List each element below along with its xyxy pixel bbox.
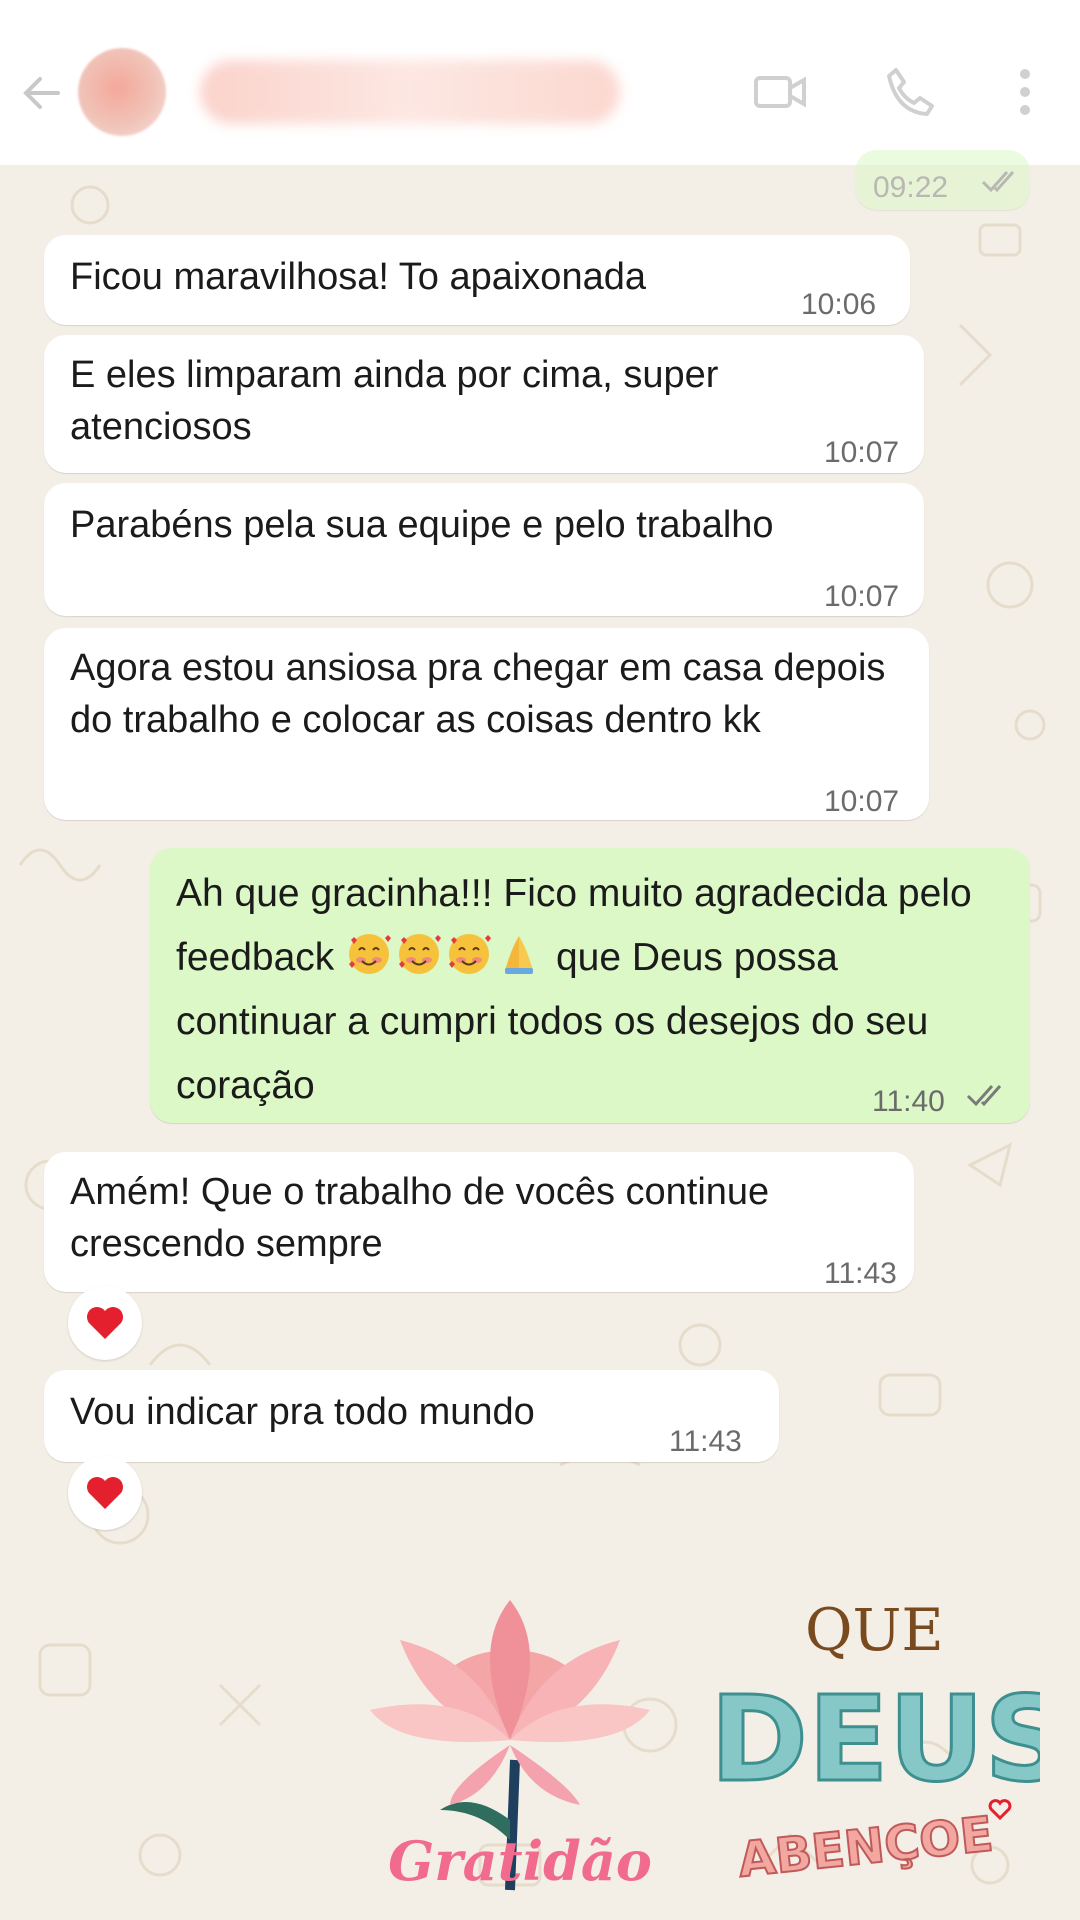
contact-name-redacted[interactable] (200, 60, 620, 124)
back-arrow-icon[interactable] (18, 68, 68, 118)
message-text: Vou indicar pra todo mundo (70, 1391, 535, 1433)
message-time: 10:07 (824, 580, 900, 613)
message-bubble-incoming[interactable]: Vou indicar pra todo mundo 11:43 (44, 1370, 779, 1462)
read-receipt-icon (981, 171, 1015, 193)
heart-reaction[interactable] (68, 1286, 142, 1360)
message-time: 10:07 (824, 436, 900, 469)
red-heart-icon (87, 1307, 123, 1339)
message-bubble-incoming[interactable]: Agora estou ansiosa pra chegar em casa d… (44, 628, 929, 820)
read-receipt-icon (966, 1085, 1002, 1107)
sticker-text-abencoe: ABENÇOE (736, 1806, 996, 1888)
contact-avatar[interactable] (78, 48, 166, 136)
message-bubble-outgoing[interactable]: 09:22 (855, 150, 1030, 210)
message-time: 10:06 (801, 288, 877, 321)
red-heart-icon (87, 1477, 123, 1509)
folded-hands-icon (505, 936, 534, 974)
message-text: Amém! Que o trabalho de vocês continue c… (70, 1171, 770, 1265)
que-deus-abencoe-sticker[interactable]: QUE DEUS ABENÇOE (700, 1570, 1041, 1890)
sticker-text: Gratidão (388, 1829, 652, 1893)
message-time: 11:43 (669, 1425, 742, 1458)
message-text: E eles limparam ainda por cima, super at… (70, 354, 719, 448)
message-text: Ficou maravilhosa! To apaixonada (70, 256, 646, 298)
video-call-icon[interactable] (750, 62, 810, 122)
sticker-text-que: QUE (805, 1596, 944, 1664)
smiling-face-with-hearts-icon (349, 934, 392, 974)
message-time: 11:40 (872, 1085, 945, 1118)
smiling-face-with-hearts-icon (449, 934, 492, 974)
lotus-gratidao-sticker[interactable]: Gratidão (360, 1560, 680, 1900)
message-time: 11:43 (824, 1257, 897, 1290)
message-text: Parabéns pela sua equipe e pelo trabalho (70, 504, 774, 546)
message-bubble-incoming[interactable]: Amém! Que o trabalho de vocês continue c… (44, 1152, 914, 1292)
heart-reaction[interactable] (68, 1456, 142, 1530)
message-bubble-outgoing[interactable]: Ah que gracinha!!! Fico muito agradecida… (150, 848, 1030, 1123)
message-bubble-incoming[interactable]: E eles limparam ainda por cima, super at… (44, 335, 924, 473)
voice-call-icon[interactable] (880, 62, 940, 122)
message-text: Agora estou ansiosa pra chegar em casa d… (70, 647, 886, 741)
message-time: 10:07 (824, 785, 900, 818)
more-options-icon[interactable] (995, 62, 1055, 122)
chat-header (0, 0, 1080, 165)
message-bubble-incoming[interactable]: Parabéns pela sua equipe e pelo trabalho… (44, 483, 924, 616)
smiling-face-with-hearts-icon (399, 934, 442, 974)
message-bubble-incoming[interactable]: Ficou maravilhosa! To apaixonada 10:06 (44, 235, 910, 325)
message-time: 09:22 (873, 171, 949, 204)
sticker-text-deus: DEUS (710, 1670, 1040, 1808)
